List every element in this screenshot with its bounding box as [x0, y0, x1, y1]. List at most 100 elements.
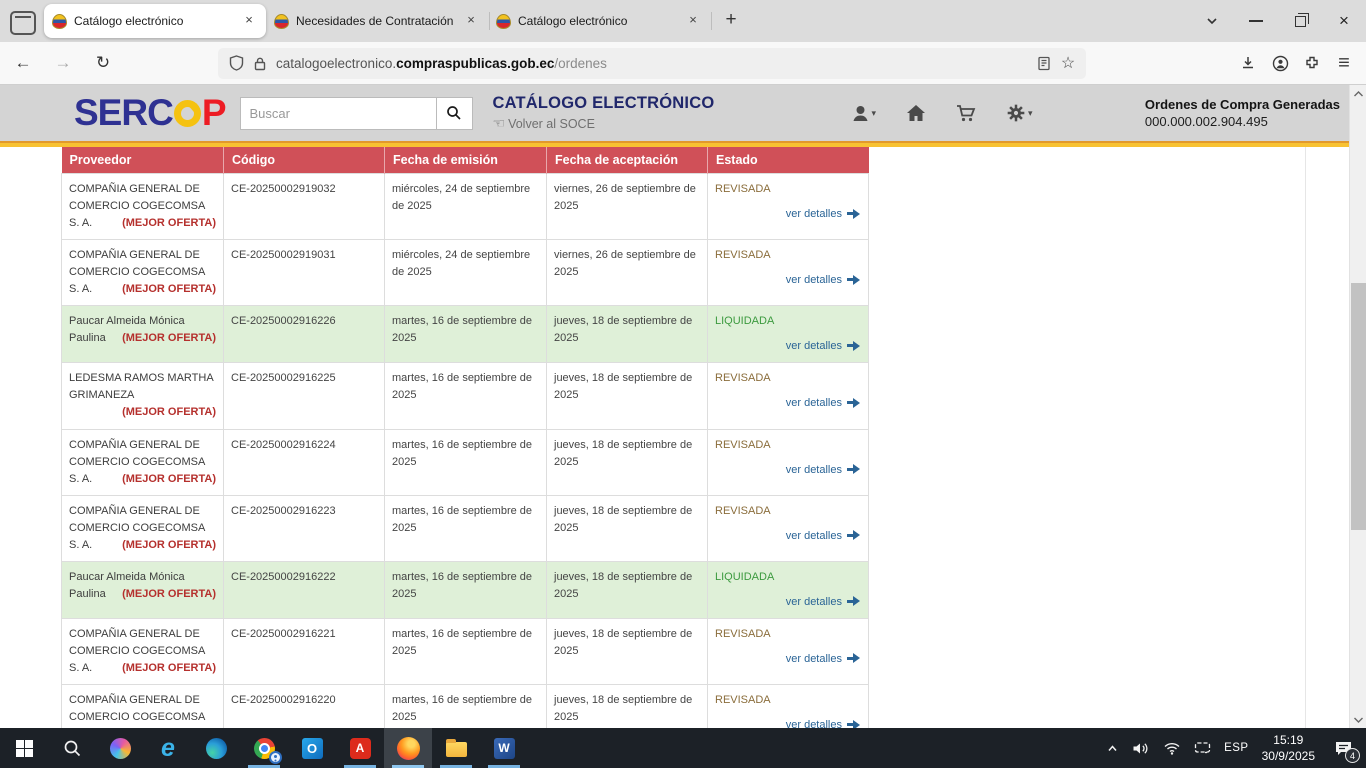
taskbar-firefox-button[interactable]	[384, 728, 432, 768]
ver-detalles-link[interactable]: ver detalles	[715, 395, 861, 412]
lock-icon[interactable]	[248, 51, 272, 75]
start-button[interactable]	[0, 728, 48, 768]
volume-icon[interactable]	[1132, 741, 1150, 756]
scroll-up-icon[interactable]	[1350, 85, 1366, 102]
provider-cell: COMPAÑIA GENERAL DE COMERCIO COGECOMSA S…	[62, 174, 224, 240]
shield-icon[interactable]	[224, 51, 248, 75]
account-icon[interactable]	[1264, 48, 1296, 78]
restore-window-button[interactable]	[1278, 0, 1322, 42]
ver-detalles-label: ver detalles	[786, 464, 842, 476]
minimize-button[interactable]	[1234, 0, 1278, 42]
browser-tab-strip: Catálogo electrónico × Necesidades de Co…	[0, 0, 1366, 42]
copilot-icon	[110, 738, 131, 759]
arrow-right-icon	[847, 720, 861, 728]
url-bar[interactable]: catalogoelectronico.compraspublicas.gob.…	[218, 48, 1086, 79]
extensions-icon[interactable]	[1296, 48, 1328, 78]
chrome-profile-badge	[269, 751, 282, 764]
order-code-cell: CE-20250002916221	[224, 618, 385, 684]
ver-detalles-link[interactable]: ver detalles	[715, 594, 861, 611]
bookmark-star-icon[interactable]: ☆	[1056, 51, 1080, 75]
search-button[interactable]	[436, 97, 473, 130]
notification-center-button[interactable]: 4	[1328, 734, 1358, 762]
provider-cell: Paucar Almeida Mónica Paulina (MEJOR OFE…	[62, 561, 224, 618]
arrow-right-icon	[847, 465, 861, 474]
firefox-icon	[397, 737, 420, 760]
scroll-down-icon[interactable]	[1350, 711, 1366, 728]
new-tab-button[interactable]: +	[716, 6, 746, 36]
taskbar-clock[interactable]: 15:1930/9/2025	[1262, 732, 1315, 764]
order-code-cell: CE-20250002916226	[224, 306, 385, 363]
close-tab-icon[interactable]: ×	[240, 12, 258, 30]
ver-detalles-link[interactable]: ver detalles	[715, 206, 861, 223]
taskbar-file-explorer-button[interactable]	[432, 728, 480, 768]
ver-detalles-link[interactable]: ver detalles	[715, 651, 861, 668]
search-input[interactable]	[240, 97, 436, 130]
table-row: COMPAÑIA GENERAL DE COMERCIO COGECOMSA S…	[62, 429, 869, 495]
firefox-view-icon[interactable]	[10, 11, 36, 35]
status-badge: REVISADA	[715, 437, 861, 454]
provider-cell: COMPAÑIA GENERAL DE COMERCIO COGECOMSA S…	[62, 685, 224, 728]
table-row: COMPAÑIA GENERAL DE COMERCIO COGECOMSA S…	[62, 495, 869, 561]
taskbar-search-button[interactable]	[48, 728, 96, 768]
ver-detalles-link[interactable]: ver detalles	[715, 272, 861, 289]
scrollbar-thumb[interactable]	[1351, 283, 1366, 530]
back-button[interactable]: ←	[6, 48, 40, 78]
acceptance-date-cell: jueves, 18 de septiembre de 2025	[547, 429, 708, 495]
home-button[interactable]	[906, 104, 926, 122]
file-explorer-icon	[446, 742, 467, 757]
ver-detalles-link[interactable]: ver detalles	[715, 528, 861, 545]
cart-button[interactable]	[956, 104, 976, 123]
close-tab-icon[interactable]: ×	[462, 12, 480, 30]
acceptance-date-cell: jueves, 18 de septiembre de 2025	[547, 561, 708, 618]
close-tab-icon[interactable]: ×	[684, 12, 702, 30]
col-fecha-emision: Fecha de emisión	[385, 147, 547, 174]
page-scrollbar[interactable]	[1349, 85, 1366, 728]
taskbar-copilot-button[interactable]	[96, 728, 144, 768]
taskbar-internet-explorer-button[interactable]: e	[144, 728, 192, 768]
emission-date-cell: martes, 16 de septiembre de 2025	[385, 363, 547, 429]
tab-catalogo-1[interactable]: Catálogo electrónico ×	[44, 4, 266, 38]
container-right-edge	[1305, 147, 1306, 728]
tray-chevron-up-icon[interactable]	[1106, 742, 1119, 755]
close-window-button[interactable]: ×	[1322, 0, 1366, 42]
status-badge: REVISADA	[715, 626, 861, 643]
language-indicator[interactable]: ESP	[1224, 742, 1249, 754]
sercop-logo[interactable]: SERCP	[74, 92, 226, 134]
wifi-icon[interactable]	[1163, 741, 1181, 755]
remote-session-icon[interactable]	[1194, 741, 1211, 755]
taskbar-outlook-button[interactable]: O	[288, 728, 336, 768]
taskbar-word-button[interactable]: W	[480, 728, 528, 768]
ver-detalles-label: ver detalles	[786, 340, 842, 352]
reader-mode-icon[interactable]	[1032, 51, 1056, 75]
table-row: COMPAÑIA GENERAL DE COMERCIO COGECOMSA S…	[62, 618, 869, 684]
settings-gear-menu[interactable]: ▾	[1006, 103, 1033, 123]
status-badge: REVISADA	[715, 181, 861, 198]
taskbar-chrome-button[interactable]	[240, 728, 288, 768]
tab-catalogo-2[interactable]: Catálogo electrónico ×	[488, 4, 710, 38]
url-subdomain: catalogoelectronico.	[276, 56, 396, 71]
downloads-icon[interactable]	[1232, 48, 1264, 78]
arrow-right-icon	[847, 209, 861, 218]
table-header-row: Proveedor Código Fecha de emisión Fecha …	[62, 147, 869, 174]
status-badge: REVISADA	[715, 503, 861, 520]
ver-detalles-link[interactable]: ver detalles	[715, 717, 861, 728]
reload-button[interactable]: ↻	[86, 48, 120, 78]
tab-necesidades[interactable]: Necesidades de Contratación y ×	[266, 4, 488, 38]
arrow-right-icon	[847, 531, 861, 540]
taskbar-acrobat-button[interactable]: A	[336, 728, 384, 768]
table-row: COMPAÑIA GENERAL DE COMERCIO COGECOMSA S…	[62, 685, 869, 728]
best-offer-label: (MEJOR OFERTA)	[122, 281, 216, 298]
user-menu[interactable]: ▾	[851, 104, 877, 123]
ver-detalles-link[interactable]: ver detalles	[715, 338, 861, 355]
menu-hamburger-icon[interactable]: ≡	[1328, 48, 1360, 78]
taskbar-edge-button[interactable]	[192, 728, 240, 768]
status-cell: REVISADA ver detalles	[708, 495, 869, 561]
ver-detalles-link[interactable]: ver detalles	[715, 462, 861, 479]
arrow-right-icon	[847, 398, 861, 407]
orders-table: Proveedor Código Fecha de emisión Fecha …	[61, 147, 869, 728]
list-tabs-chevron-icon[interactable]	[1190, 0, 1234, 42]
status-badge: REVISADA	[715, 692, 861, 709]
arrow-right-icon	[847, 341, 861, 350]
provider-name: LEDESMA RAMOS MARTHA GRIMANEZA	[69, 372, 213, 401]
volver-soce-link[interactable]: ☜Volver al SOCE	[493, 115, 785, 132]
